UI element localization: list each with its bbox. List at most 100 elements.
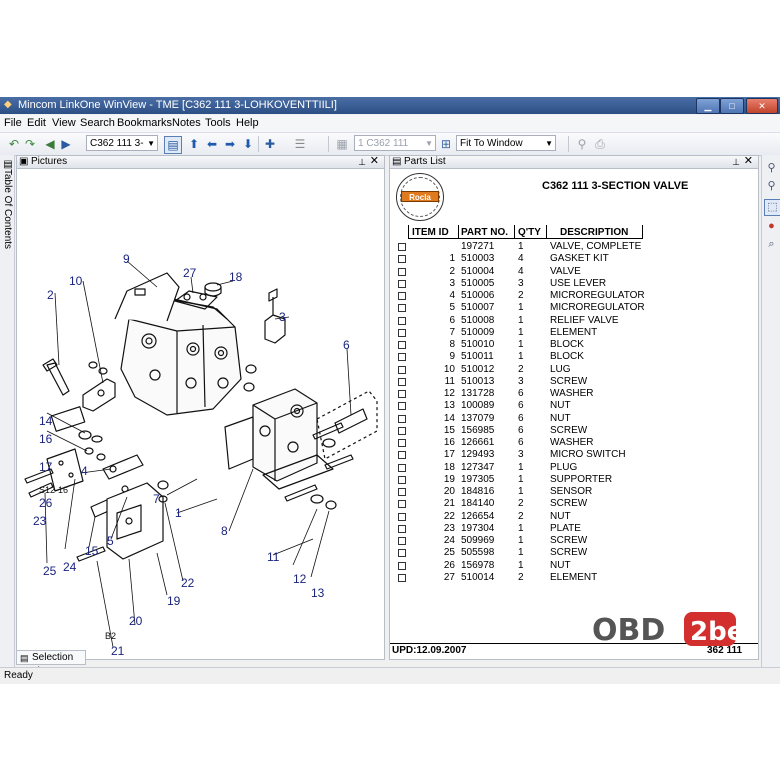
table-row[interactable]: 1 510003 4 GASKET KIT	[390, 253, 758, 265]
table-row[interactable]: 14 137079 6 NUT	[390, 413, 758, 425]
table-row[interactable]: 25 505598 1 SCREW	[390, 547, 758, 559]
table-row[interactable]: 2 510004 4 VALVE	[390, 266, 758, 278]
callout-18[interactable]: 18	[229, 270, 243, 284]
table-row[interactable]: 6 510008 1 RELIEF VALVE	[390, 315, 758, 327]
select-tool-icon[interactable]: ⬚	[764, 199, 780, 216]
page-combo[interactable]: 1 C362 111 ▼	[354, 135, 436, 151]
tab-selection-list[interactable]: ▤ Selection List	[16, 650, 86, 677]
zoom-icon[interactable]: ⊞	[438, 136, 454, 152]
row-checkbox[interactable]	[398, 500, 406, 509]
picture-icon[interactable]: ▦	[334, 136, 350, 152]
column-item-id[interactable]: ITEM ID	[412, 227, 449, 238]
row-checkbox[interactable]	[398, 426, 406, 435]
menu-item-view[interactable]: View	[52, 117, 76, 129]
column-description[interactable]: DESCRIPTION	[560, 227, 628, 238]
row-checkbox[interactable]	[398, 292, 406, 300]
callout-27[interactable]: 27	[183, 266, 197, 280]
table-row[interactable]: 12 131728 6 WASHER	[390, 388, 758, 400]
callout-7[interactable]: 7	[153, 492, 160, 506]
maximize-button[interactable]: □	[720, 98, 744, 114]
row-checkbox[interactable]	[398, 341, 406, 349]
pictures-pane[interactable]: 2 10 9 27 18 3 6 14 16 17 S12-16 26 23 4 7 1 8 11 12 13 5 15 2…	[16, 168, 385, 660]
table-row[interactable]: 19 197305 1 SUPPORTER	[390, 474, 758, 486]
row-checkbox[interactable]	[398, 353, 406, 362]
row-checkbox[interactable]	[398, 365, 406, 374]
go-up-icon[interactable]: ⬆	[186, 136, 202, 152]
callout-14[interactable]: 14	[39, 414, 53, 428]
callout-17[interactable]: 17	[39, 460, 53, 474]
tab-table-of-contents[interactable]: Table Of Contents	[1, 169, 13, 259]
table-row[interactable]: 8 510010 1 BLOCK	[390, 339, 758, 351]
callout-20[interactable]: 20	[129, 614, 143, 628]
column-part-no[interactable]: PART NO.	[461, 227, 508, 238]
callout-1[interactable]: 1	[175, 506, 182, 520]
menu-item-file[interactable]: File	[4, 117, 22, 129]
callout-4[interactable]: 4	[81, 464, 88, 478]
go-previous-icon[interactable]: ⬅	[204, 136, 220, 152]
table-row[interactable]: 16 126661 6 WASHER	[390, 437, 758, 449]
table-row[interactable]: 3 510005 3 USE LEVER	[390, 278, 758, 290]
go-down-icon[interactable]: ⬇	[240, 136, 256, 152]
pin-icon[interactable]: ⊥	[732, 156, 740, 168]
callout-25[interactable]: 25	[43, 564, 57, 578]
callout-9[interactable]: 9	[123, 252, 130, 266]
row-checkbox[interactable]	[398, 377, 406, 386]
table-row[interactable]: 10 510012 2 LUG	[390, 364, 758, 376]
callout-b2[interactable]: B2	[105, 631, 116, 641]
zoom-combo[interactable]: Fit To Window ▼	[456, 135, 556, 151]
table-row[interactable]: 26 156978 1 NUT	[390, 560, 758, 572]
callout-13[interactable]: 13	[311, 586, 325, 600]
pin-icon[interactable]: ⊥	[358, 156, 366, 168]
callout-24[interactable]: 24	[63, 560, 77, 574]
table-row[interactable]: 27 510014 2 ELEMENT	[390, 572, 758, 584]
minimize-button[interactable]: ▁	[696, 98, 720, 114]
row-checkbox[interactable]	[398, 267, 406, 276]
select-icon[interactable]: ⚲	[574, 136, 590, 152]
row-checkbox[interactable]	[398, 488, 406, 496]
row-checkbox[interactable]	[398, 402, 406, 411]
table-row[interactable]: 11 510013 3 SCREW	[390, 376, 758, 388]
table-row[interactable]: 21 184140 2 SCREW	[390, 498, 758, 510]
menu-item-search[interactable]: Search	[80, 117, 115, 129]
magnify-icon[interactable]: ⚲	[764, 161, 779, 176]
row-checkbox[interactable]	[398, 390, 406, 398]
callout-26[interactable]: 26	[39, 496, 53, 510]
row-checkbox[interactable]	[398, 537, 406, 545]
callout-8[interactable]: 8	[221, 524, 228, 538]
table-row[interactable]: 20 184816 1 SENSOR	[390, 486, 758, 498]
row-checkbox[interactable]	[398, 316, 406, 325]
row-checkbox[interactable]	[398, 573, 406, 582]
menu-item-tools[interactable]: Tools	[205, 117, 231, 129]
callout-11[interactable]: 11	[267, 550, 280, 564]
close-button[interactable]: ✕	[746, 98, 778, 114]
menu-item-help[interactable]: Help	[236, 117, 259, 129]
row-checkbox[interactable]	[398, 475, 406, 484]
row-checkbox[interactable]	[398, 328, 406, 337]
title-bar[interactable]: ◆ Mincom LinkOne WinView - TME [C362 111…	[0, 97, 780, 114]
forward-icon[interactable]: ↷	[22, 136, 38, 152]
row-checkbox[interactable]	[398, 549, 406, 558]
go-next-icon[interactable]: ➡	[222, 136, 238, 152]
row-checkbox[interactable]	[398, 524, 406, 533]
table-row[interactable]: 15 156985 6 SCREW	[390, 425, 758, 437]
row-checkbox[interactable]	[398, 255, 406, 264]
bookmark-icon[interactable]: ✚	[262, 136, 278, 152]
row-checkbox[interactable]	[398, 304, 406, 313]
callout-3[interactable]: 3	[279, 310, 286, 324]
callout-2[interactable]: 2	[47, 288, 54, 302]
row-checkbox[interactable]	[398, 439, 406, 447]
table-row[interactable]: 9 510011 1 BLOCK	[390, 351, 758, 363]
row-checkbox[interactable]	[398, 279, 406, 288]
table-row[interactable]: 23 197304 1 PLATE	[390, 523, 758, 535]
callout-12[interactable]: 12	[293, 572, 307, 586]
print-icon[interactable]: ⎙	[592, 136, 608, 152]
callout-5[interactable]: 5	[107, 534, 114, 548]
book-combo[interactable]: C362 111 3- ▼	[86, 135, 158, 151]
column-qty[interactable]: Q'TY	[518, 227, 541, 238]
callout-15[interactable]: 15	[85, 544, 99, 558]
table-row[interactable]: 13 100089 6 NUT	[390, 400, 758, 412]
notes-icon[interactable]: ☰	[292, 136, 308, 152]
exploded-diagram[interactable]: 210927 1836141617S12-16262347181112135152…	[17, 169, 384, 659]
row-checkbox[interactable]	[398, 414, 406, 423]
row-checkbox[interactable]	[398, 512, 406, 521]
